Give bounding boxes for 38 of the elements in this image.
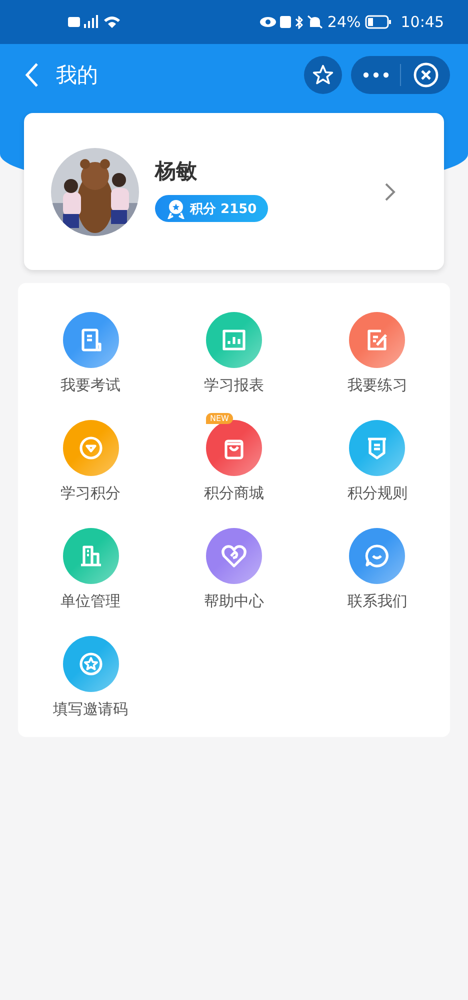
menu-item[interactable]: 积分规则	[306, 412, 449, 503]
menu-item[interactable]: 填写邀请码	[19, 628, 162, 719]
new-badge: NEW	[206, 413, 233, 424]
profile-card[interactable]: 杨敏 积分 2150	[24, 113, 444, 270]
back-icon[interactable]	[24, 62, 40, 88]
menu-label: 积分规则	[347, 484, 408, 503]
menu-item[interactable]: NEW 积分商城	[162, 412, 306, 503]
menu-item[interactable]: 帮助中心	[162, 520, 306, 611]
menu-item[interactable]: 学习报表	[162, 304, 306, 395]
menu-label: 学习积分	[60, 484, 121, 503]
user-name: 杨敏	[155, 158, 197, 185]
bluetooth-icon	[295, 16, 304, 28]
points-text: 积分 2150	[190, 200, 257, 218]
menu-item[interactable]: 单位管理	[19, 520, 162, 611]
menu-label: 单位管理	[60, 592, 121, 611]
battery-percent: 24%	[327, 13, 361, 31]
chevron-right-icon	[384, 182, 396, 202]
clock: 10:45	[400, 13, 444, 31]
menu-label: 学习报表	[204, 376, 264, 395]
menu-label: 我要练习	[347, 376, 408, 395]
medal-icon	[167, 198, 185, 218]
menu-item[interactable]: 联系我们	[306, 520, 449, 611]
menu-label: 我要考试	[60, 376, 121, 395]
favorite-button[interactable]	[304, 56, 342, 94]
star-icon	[312, 64, 334, 86]
more-icon	[362, 72, 388, 78]
close-icon	[412, 62, 438, 88]
menu-label: 填写邀请码	[53, 700, 128, 719]
menu-item[interactable]: 我要考试	[19, 304, 162, 395]
menu-label: 积分商城	[204, 484, 264, 503]
menu-label: 帮助中心	[204, 592, 264, 611]
menu-label: 联系我们	[347, 592, 408, 611]
menu-item[interactable]: 我要练习	[306, 304, 449, 395]
battery-icon	[364, 15, 391, 29]
page-title: 我的	[56, 62, 98, 89]
muted-bell-icon	[307, 15, 324, 29]
menu-item[interactable]: 学习积分	[19, 412, 162, 503]
eye-icon	[260, 14, 276, 30]
